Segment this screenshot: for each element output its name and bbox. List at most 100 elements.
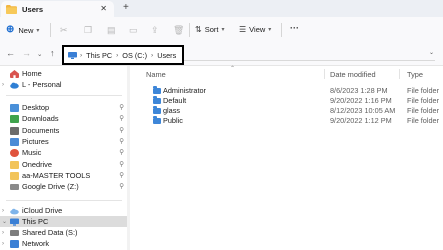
file-row[interactable]: Public 9/20/2022 1:12 PM File folder <box>142 116 443 126</box>
folder-icon <box>153 96 161 104</box>
breadcrumb-this-pc[interactable]: This PC <box>86 51 112 60</box>
column-divider <box>324 69 325 79</box>
new-button[interactable]: ⊕ New ▾ <box>6 25 39 35</box>
row-checkbox[interactable] <box>142 97 149 104</box>
divider <box>50 23 51 37</box>
address-bar-extension[interactable]: ⌄ <box>184 50 435 61</box>
sidebar-item-label: Downloads <box>22 114 59 123</box>
pin-icon[interactable]: ⚲ <box>119 182 124 190</box>
sidebar-item-personal[interactable]: › L - Personal <box>0 79 127 90</box>
chevron-down-icon[interactable]: ⌄ <box>429 49 434 56</box>
folder-icon <box>153 106 161 114</box>
divider <box>6 95 122 96</box>
column-divider <box>399 69 400 79</box>
pin-icon[interactable]: ⚲ <box>119 126 124 134</box>
sidebar-item-shared-data[interactable]: › Shared Data (S:) <box>0 227 127 238</box>
forward-arrow-icon[interactable]: → <box>22 48 31 58</box>
column-header-name[interactable]: Name <box>146 70 166 79</box>
pc-icon <box>68 51 77 59</box>
view-button[interactable]: ☰ View ▾ <box>239 25 271 34</box>
copy-icon[interactable]: ❐ <box>84 25 92 36</box>
pin-icon[interactable]: ⚲ <box>119 137 124 145</box>
view-icon: ☰ <box>239 25 247 34</box>
sidebar-item-label: Desktop <box>22 103 50 112</box>
network-drive-icon <box>10 229 19 236</box>
tab-users[interactable]: Users ✕ <box>1 1 114 17</box>
chevron-right-icon: › <box>2 240 4 247</box>
network-icon <box>10 239 19 248</box>
sidebar-item-label: Documents <box>22 126 60 135</box>
pin-icon[interactable]: ⚲ <box>119 148 124 156</box>
sidebar-item-icloud-drive[interactable]: › iCloud Drive <box>0 205 127 216</box>
chevron-right-icon: › <box>151 51 154 59</box>
pin-icon[interactable]: ⚲ <box>119 114 124 122</box>
breadcrumb-os-c[interactable]: OS (C:) <box>122 51 147 60</box>
address-bar[interactable]: › This PC › OS (C:) › Users <box>62 45 184 65</box>
sidebar-item-pictures[interactable]: Pictures ⚲ <box>0 136 127 147</box>
sort-button-label: Sort <box>204 25 219 34</box>
breadcrumb-users[interactable]: Users <box>157 51 176 60</box>
new-button-label: New <box>18 25 34 35</box>
folder-icon <box>153 86 161 94</box>
file-row[interactable]: glass 8/12/2023 10:05 AM File folder <box>142 106 443 116</box>
sidebar-item-home[interactable]: Home <box>0 68 127 79</box>
chevron-right-icon: › <box>2 81 4 88</box>
pin-icon[interactable]: ⚲ <box>119 160 124 168</box>
tab-title: Users <box>22 4 44 14</box>
sidebar-item-downloads[interactable]: Downloads ⚲ <box>0 113 127 124</box>
delete-icon[interactable]: 🗑 <box>173 25 184 36</box>
cloud-icon <box>10 82 19 89</box>
column-header-date[interactable]: Date modified <box>330 70 376 79</box>
sidebar-item-onedrive[interactable]: Onedrive ⚲ <box>0 159 127 170</box>
up-arrow-icon[interactable]: ↑ <box>50 48 55 58</box>
download-icon <box>10 114 19 123</box>
select-all-checkbox[interactable] <box>134 71 141 78</box>
sidebar-item-desktop[interactable]: Desktop ⚲ <box>0 102 127 113</box>
sidebar-item-this-pc[interactable]: ⌄ This PC <box>0 216 127 227</box>
chevron-right-icon: › <box>2 229 4 236</box>
sidebar-item-label: L - Personal <box>22 80 62 89</box>
rename-icon[interactable]: ▭ <box>129 25 138 36</box>
chevron-right-icon: › <box>2 207 4 214</box>
sidebar-item-master-tools[interactable]: aa-MASTER TOOLS ⚲ <box>0 170 127 181</box>
column-header-type[interactable]: Type <box>407 70 423 79</box>
sidebar-item-label: iCloud Drive <box>22 206 63 215</box>
row-checkbox[interactable] <box>142 107 149 114</box>
file-row[interactable]: Administrator 8/6/2023 1:28 PM File fold… <box>142 86 443 96</box>
file-row[interactable]: Default 9/20/2022 1:16 PM File folder <box>142 96 443 106</box>
paste-icon[interactable]: ▤ <box>107 25 116 36</box>
sidebar-item-label: Onedrive <box>22 160 52 169</box>
sidebar-item-label: Music <box>22 148 42 157</box>
chevron-down-icon: ⌄ <box>2 219 8 225</box>
folder-icon <box>6 4 17 14</box>
file-name: Public <box>163 116 183 125</box>
sidebar-item-label: Google Drive (Z:) <box>22 182 79 191</box>
sort-icon: ⇅ <box>195 25 202 34</box>
file-type: File folder <box>407 86 440 95</box>
sidebar-item-label: Network <box>22 239 50 248</box>
file-list: ⌃ Name Date modified Type Administrator … <box>132 66 443 250</box>
recent-chevron-icon[interactable]: ⌄ <box>37 50 42 58</box>
row-checkbox[interactable] <box>142 87 149 94</box>
cut-icon[interactable]: ✂ <box>60 25 68 36</box>
sidebar-item-documents[interactable]: Documents ⚲ <box>0 125 127 136</box>
file-date: 8/12/2023 10:05 AM <box>330 106 396 115</box>
share-icon[interactable]: ⇪ <box>151 25 159 36</box>
back-arrow-icon[interactable]: ← <box>6 48 15 58</box>
folder-icon <box>10 171 19 180</box>
close-tab-icon[interactable]: ✕ <box>100 4 107 13</box>
pin-icon[interactable]: ⚲ <box>119 103 124 111</box>
row-checkbox[interactable] <box>142 117 149 124</box>
pictures-icon <box>10 137 19 146</box>
home-icon <box>10 69 19 78</box>
command-bar: ⊕ New ▾ ✂ ❐ ▤ ▭ ⇪ 🗑 ⇅ Sort ▾ ☰ View ▾ ··… <box>0 17 443 44</box>
more-options-button[interactable]: ··· <box>290 23 299 33</box>
new-tab-button[interactable]: + <box>123 2 129 13</box>
sort-button[interactable]: ⇅ Sort ▾ <box>195 25 224 34</box>
sidebar-scrollbar[interactable] <box>127 66 130 250</box>
sidebar-item-google-drive[interactable]: Google Drive (Z:) ⚲ <box>0 181 127 192</box>
sidebar-item-music[interactable]: Music ⚲ <box>0 147 127 158</box>
pin-icon[interactable]: ⚲ <box>119 171 124 179</box>
view-button-label: View <box>249 25 266 34</box>
sidebar-item-network[interactable]: › Network <box>0 238 127 249</box>
